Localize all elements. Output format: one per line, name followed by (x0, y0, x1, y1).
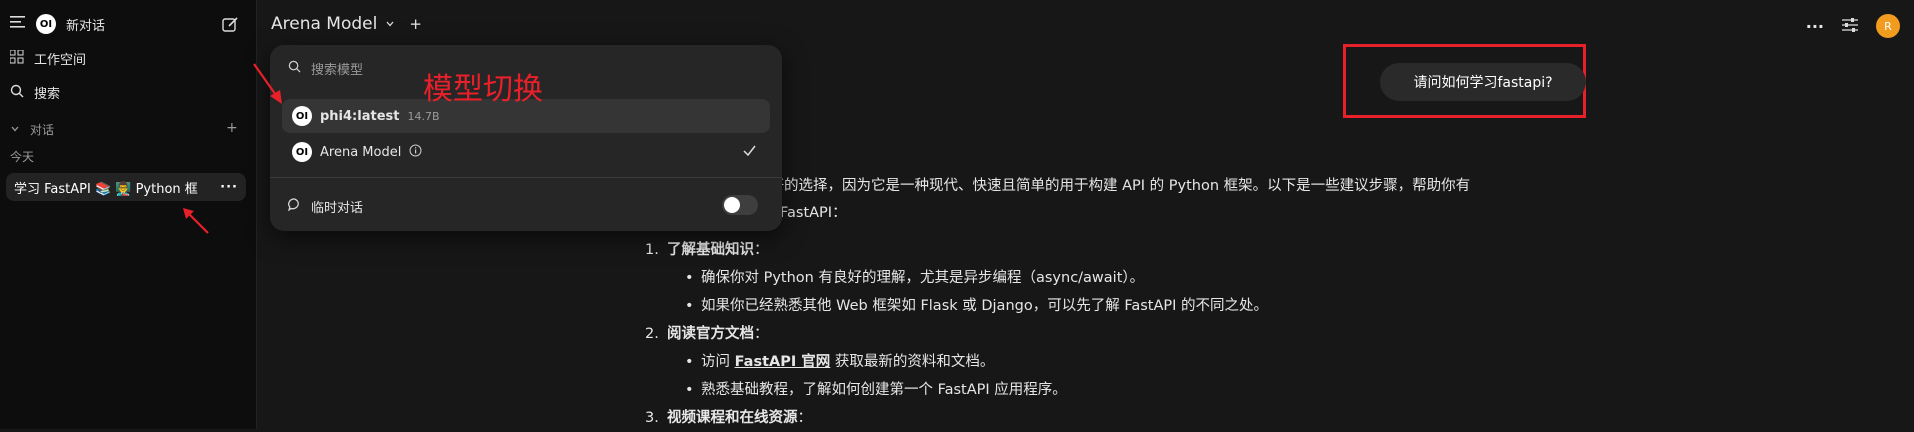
section-1: 1. 了解基础知识： (645, 236, 769, 264)
sidebar-section-chats[interactable]: 对话 (10, 121, 54, 138)
list-item-text: 获取最新的资料和文档。 (830, 354, 995, 370)
section-colon: ： (754, 326, 769, 342)
date-group-label: 今天 (10, 150, 35, 164)
annotation-arrow (253, 63, 282, 104)
user-message: 请问如何学习fastapi? (1380, 63, 1586, 101)
section-title: 视频课程和在线资源 (667, 410, 798, 426)
chevron-down-icon (385, 14, 395, 34)
model-option-name: phi4:latest (320, 108, 400, 124)
list-item: • 熟悉基础教程，了解如何创建第一个 FastAPI 应用程序。 (685, 376, 1067, 404)
divider (270, 177, 782, 178)
intro-line-1: 很好的选择，因为它是一种现代、快速且简单的用于构建 API 的 Python 框… (755, 178, 1471, 194)
chat-item[interactable]: 学习 FastAPI 📚 👨‍🏫 Python 框 ··· (6, 173, 246, 201)
list-number: 1. (645, 242, 659, 258)
bullet: • (685, 382, 694, 398)
sidebar-item-label: 工作空间 (34, 53, 87, 68)
section-colon: ： (754, 242, 769, 258)
avatar[interactable]: R (1876, 14, 1900, 38)
model-name: Arena Model (271, 14, 378, 34)
annotation-arrow (183, 208, 209, 234)
info-icon[interactable] (409, 144, 422, 161)
new-chat-icon[interactable] (222, 16, 239, 37)
temp-chat-row[interactable]: 临时对话 (287, 197, 364, 216)
add-chat-icon[interactable]: + (226, 120, 238, 136)
temp-chat-toggle[interactable] (722, 195, 758, 215)
bullet: • (685, 270, 694, 286)
list-number: 2. (645, 326, 659, 342)
bullet: • (685, 298, 694, 314)
model-option-name: Arena Model (320, 144, 402, 160)
annotation-label: 模型切换 (423, 72, 543, 107)
model-option-size: 14.7B (407, 109, 440, 123)
search-input[interactable]: 搜索模型 (311, 59, 363, 78)
section-2: 2. 阅读官方文档： (645, 320, 769, 348)
sidebar-item-label: 搜索 (34, 87, 61, 102)
list-item-text: 访问 (701, 354, 735, 370)
chevron-down-icon (10, 123, 20, 137)
intro-line-2: FastAPI： (780, 205, 847, 221)
more-icon[interactable]: ··· (220, 180, 238, 195)
checkmark-icon (743, 144, 756, 161)
model-selector[interactable]: Arena Model + (271, 14, 422, 34)
toggle-knob (724, 197, 740, 213)
list-item-text: 确保你对 Python 有良好的理解，尤其是异步编程（async/await）。 (701, 270, 1145, 286)
list-number: 3. (645, 410, 659, 426)
new-chat-label[interactable]: 新对话 (66, 15, 105, 34)
chat-bubble-icon (287, 198, 301, 215)
model-logo: OI (292, 106, 312, 126)
section-colon: ： (797, 410, 813, 426)
model-logo: OI (292, 142, 312, 162)
app-logo: OI (36, 14, 56, 34)
top-right-actions: ··· R (1806, 14, 1900, 38)
temp-chat-label: 临时对话 (311, 201, 364, 216)
list-item-text: 熟悉基础教程，了解如何创建第一个 FastAPI 应用程序。 (701, 382, 1067, 398)
section-title: 阅读官方文档 (667, 326, 754, 342)
date-group-today: 今天 (10, 148, 34, 165)
fastapi-link[interactable]: FastAPI 官网 (735, 354, 831, 370)
settings-sliders-icon[interactable] (1842, 17, 1858, 36)
section-label: 对话 (30, 123, 55, 137)
grid-icon (9, 49, 24, 68)
chat-item-title: 学习 FastAPI 📚 👨‍🏫 Python 框 (14, 181, 198, 197)
sidebar-item-workspace[interactable]: 工作空间 (9, 49, 87, 68)
more-icon[interactable]: ··· (1806, 17, 1824, 36)
menu-icon[interactable] (10, 15, 26, 33)
sidebar-item-search[interactable]: 搜索 (10, 83, 60, 102)
model-search[interactable]: 搜索模型 (288, 59, 363, 78)
model-option-arena[interactable]: OI Arena Model (282, 135, 770, 169)
list-item: • 确保你对 Python 有良好的理解，尤其是异步编程（async/await）… (685, 264, 1144, 292)
list-item: • 如果你已经熟悉其他 Web 框架如 Flask 或 Django，可以先了解 … (685, 292, 1268, 320)
search-icon (10, 84, 24, 102)
list-item: • 访问 FastAPI 官网 获取最新的资料和文档。 (685, 348, 994, 376)
bullet: • (685, 354, 694, 370)
add-model-icon[interactable]: + (409, 15, 422, 33)
sidebar: OI 新对话 工作空间 搜索 对话 + 今天 学习 FastAPI 📚 👨‍🏫 … (0, 0, 257, 429)
section-title: 了解基础知识 (667, 242, 754, 258)
sidebar-header: OI 新对话 (10, 14, 105, 34)
section-3: 3. 视频课程和在线资源： (645, 404, 812, 432)
list-item-text: 如果你已经熟悉其他 Web 框架如 Flask 或 Django，可以先了解 F… (701, 298, 1268, 314)
